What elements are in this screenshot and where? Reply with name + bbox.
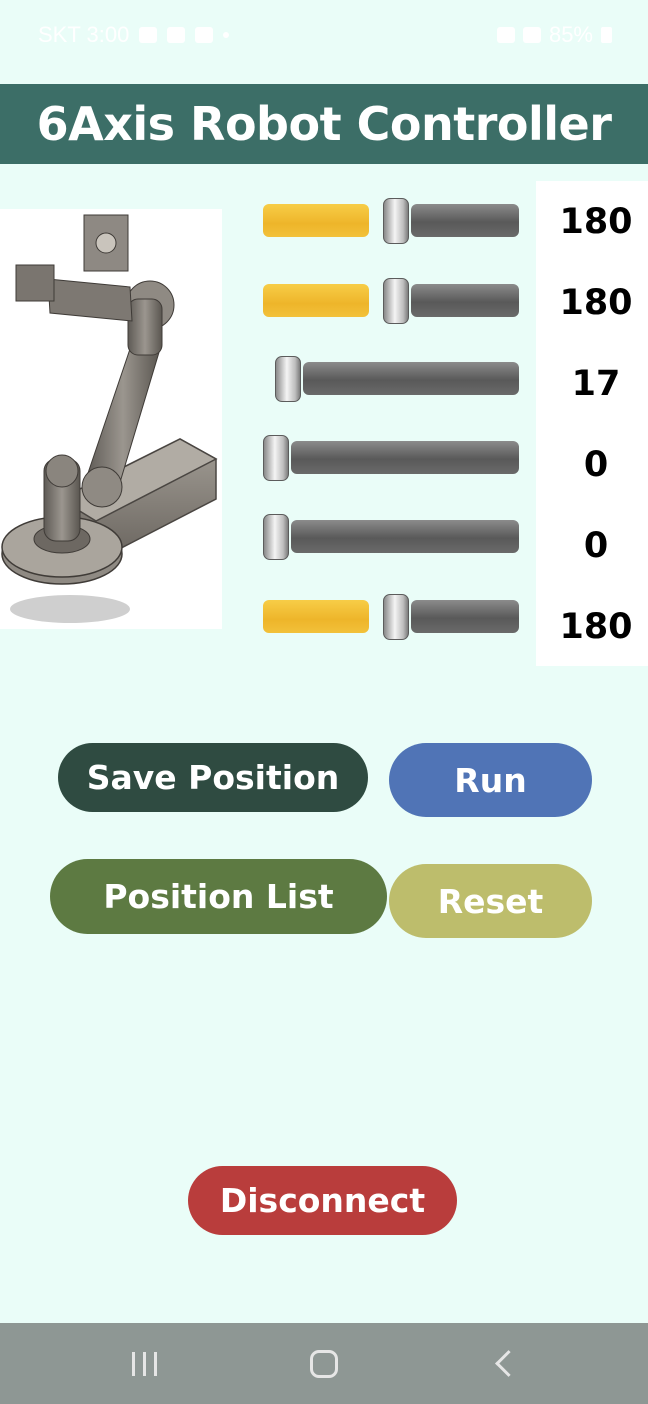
slider-track — [303, 362, 519, 395]
run-button[interactable]: Run — [389, 743, 592, 817]
home-icon — [310, 1349, 338, 1378]
system-nav-bar — [0, 1323, 648, 1404]
joint-2-slider[interactable] — [263, 278, 519, 324]
slider-thumb[interactable] — [383, 594, 409, 640]
slider-track — [411, 284, 519, 317]
slider-thumb[interactable] — [263, 435, 289, 481]
status-right: 85% — [496, 22, 612, 48]
signal-icon — [522, 27, 541, 43]
battery-icon — [601, 27, 612, 43]
joint-values-panel: 180 180 17 0 0 180 — [536, 181, 648, 666]
joint-1-value: 180 — [559, 202, 633, 242]
joint-6-value: 180 — [559, 607, 633, 647]
slider-fill — [263, 284, 369, 317]
slider-thumb[interactable] — [383, 198, 409, 244]
status-left: SKT 3:00 — [38, 22, 230, 48]
slider-fill — [263, 600, 369, 633]
slider-track — [411, 204, 519, 237]
slider-track — [411, 600, 519, 633]
save-position-button[interactable]: Save Position — [58, 743, 368, 812]
slider-track — [291, 441, 519, 474]
slider-thumb[interactable] — [263, 514, 289, 560]
joint-2-value: 180 — [559, 283, 633, 323]
app-notification-icon — [195, 27, 214, 43]
joint-3-slider[interactable] — [263, 356, 519, 402]
battery-level: 85% — [548, 22, 593, 47]
recent-apps-icon — [131, 1351, 157, 1376]
home-button[interactable] — [284, 1323, 364, 1404]
position-list-button[interactable]: Position List — [50, 859, 387, 934]
joint-3-value: 17 — [571, 364, 621, 404]
slider-thumb[interactable] — [383, 278, 409, 324]
slider-thumb[interactable] — [275, 356, 301, 402]
carrier-time: SKT 3:00 — [38, 22, 130, 47]
title-bar: 6Axis Robot Controller — [0, 84, 648, 164]
robot-arm-image — [0, 209, 222, 629]
back-icon — [494, 1350, 522, 1377]
joint-5-slider[interactable] — [263, 514, 519, 560]
back-button[interactable] — [464, 1323, 544, 1404]
page-title: 6Axis Robot Controller — [36, 97, 612, 151]
more-notifications-dot-icon — [223, 32, 230, 38]
disconnect-button[interactable]: Disconnect — [188, 1166, 457, 1235]
robot-arm-drawing — [1, 214, 218, 623]
gallery-icon — [139, 27, 158, 43]
status-bar: SKT 3:00 85% — [0, 0, 648, 72]
joint-5-value: 0 — [583, 526, 609, 566]
joint-6-slider[interactable] — [263, 594, 519, 640]
joint-4-slider[interactable] — [263, 435, 519, 481]
reset-button[interactable]: Reset — [389, 864, 592, 938]
cloud-icon — [167, 27, 186, 43]
slider-track — [291, 520, 519, 553]
recent-apps-button[interactable] — [104, 1323, 184, 1404]
joint-1-slider[interactable] — [263, 198, 519, 244]
wifi-icon — [496, 27, 515, 43]
joint-4-value: 0 — [583, 445, 609, 485]
slider-fill — [263, 204, 369, 237]
